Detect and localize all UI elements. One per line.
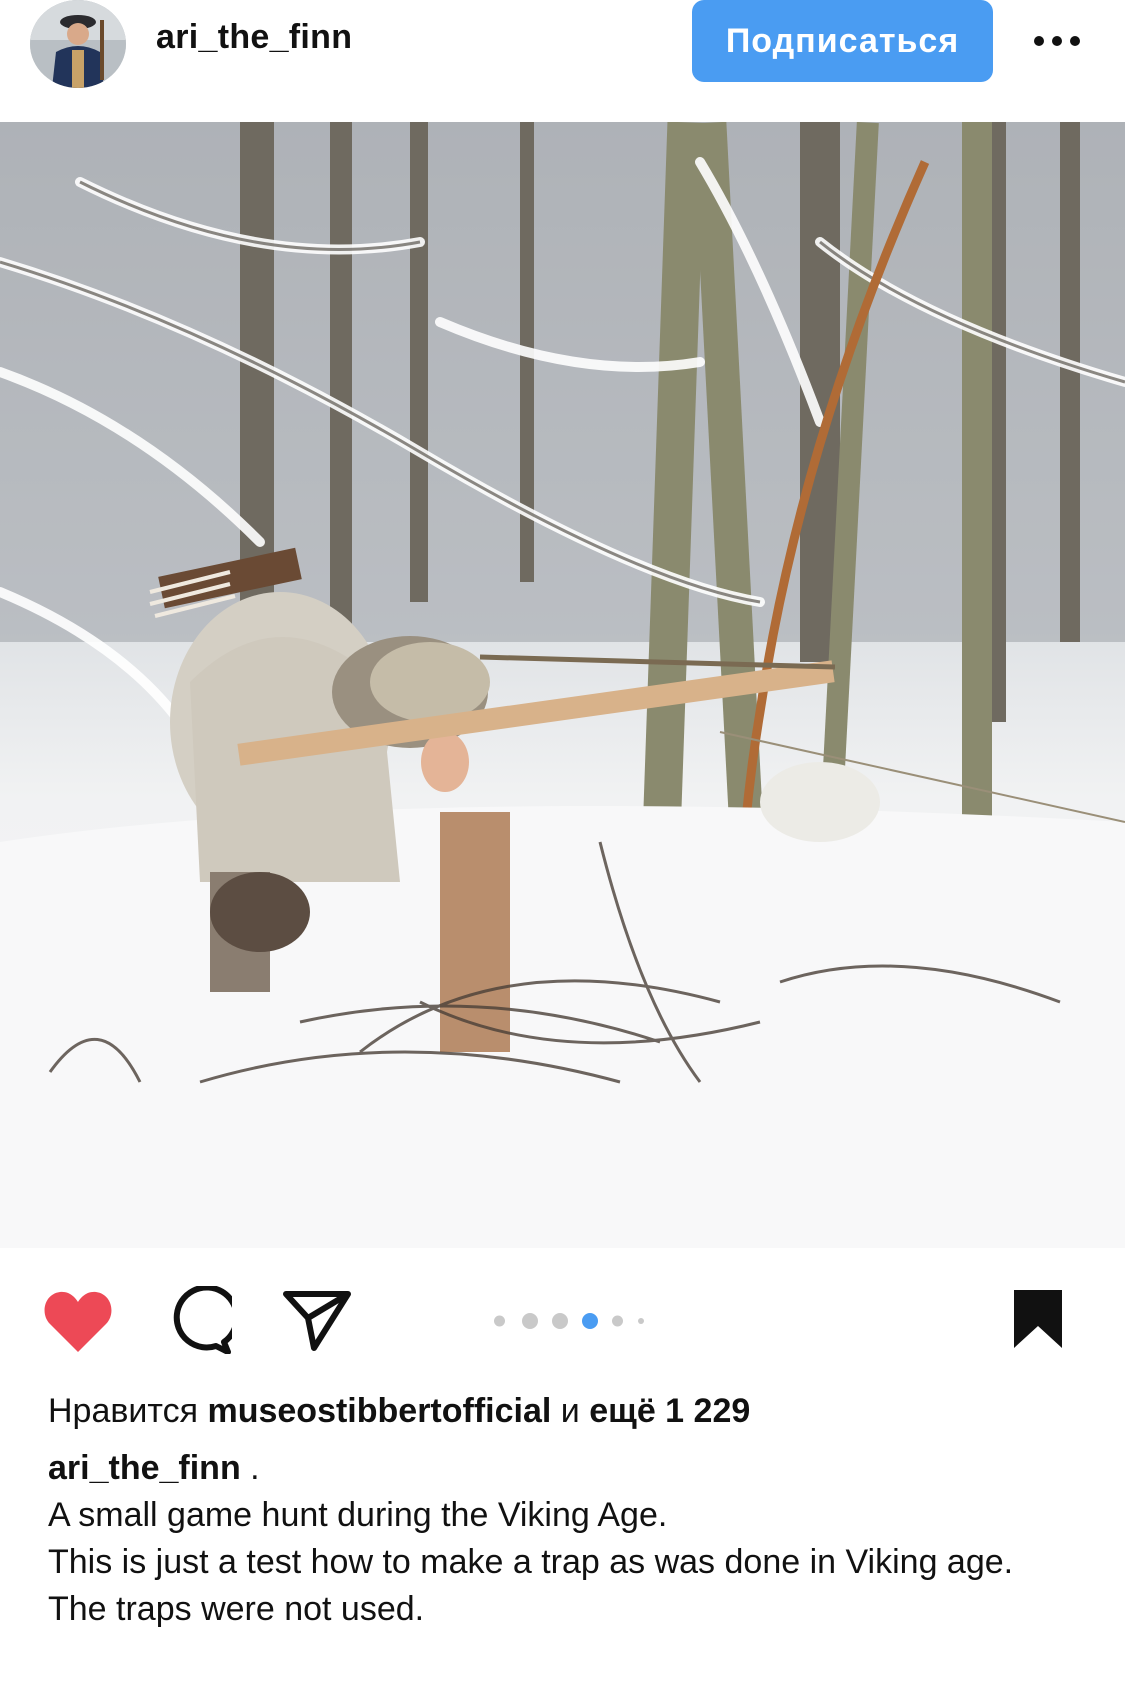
avatar-image bbox=[30, 0, 126, 88]
likes-prefix: Нравится bbox=[48, 1392, 199, 1430]
post-caption-area: Нравится museostibbertofficial и ещё 1 2… bbox=[48, 1388, 1088, 1633]
send-icon[interactable] bbox=[282, 1288, 352, 1352]
caption-username[interactable]: ari_the_finn bbox=[48, 1449, 241, 1487]
bookmark-filled-icon[interactable] bbox=[1010, 1288, 1066, 1350]
more-options-icon[interactable] bbox=[1032, 30, 1082, 52]
carousel-dot-active bbox=[582, 1313, 598, 1329]
post-header: ari_the_finn Подписаться bbox=[0, 0, 1125, 122]
likes-more-count[interactable]: ещё 1 229 bbox=[589, 1392, 750, 1430]
heart-filled-icon[interactable] bbox=[42, 1288, 114, 1354]
post-actions-bar bbox=[0, 1248, 1125, 1388]
likes-conjunction: и bbox=[560, 1392, 580, 1430]
carousel-dot bbox=[522, 1313, 538, 1329]
caption-line: A small game hunt during the Viking Age. bbox=[48, 1496, 668, 1534]
avatar[interactable] bbox=[30, 0, 126, 88]
comment-icon[interactable] bbox=[164, 1286, 232, 1354]
caption-header: ari_the_finn . bbox=[48, 1445, 1088, 1492]
carousel-indicator bbox=[494, 1311, 654, 1331]
caption-line: This is just a test how to make a trap a… bbox=[48, 1543, 1014, 1581]
liker-username[interactable]: museostibbertofficial bbox=[207, 1392, 551, 1430]
carousel-dot bbox=[612, 1315, 623, 1327]
caption-line: The traps were not used. bbox=[48, 1590, 425, 1628]
caption-username-suffix: . bbox=[240, 1449, 260, 1487]
carousel-dot bbox=[552, 1313, 568, 1329]
post-photo[interactable] bbox=[0, 122, 1125, 1248]
photo-image bbox=[0, 122, 1125, 1248]
carousel-dot bbox=[638, 1318, 644, 1324]
carousel-dot bbox=[494, 1315, 505, 1327]
post-author-username[interactable]: ari_the_finn bbox=[156, 18, 352, 57]
likes-summary[interactable]: Нравится museostibbertofficial и ещё 1 2… bbox=[48, 1388, 1088, 1435]
follow-button[interactable]: Подписаться bbox=[692, 0, 993, 82]
